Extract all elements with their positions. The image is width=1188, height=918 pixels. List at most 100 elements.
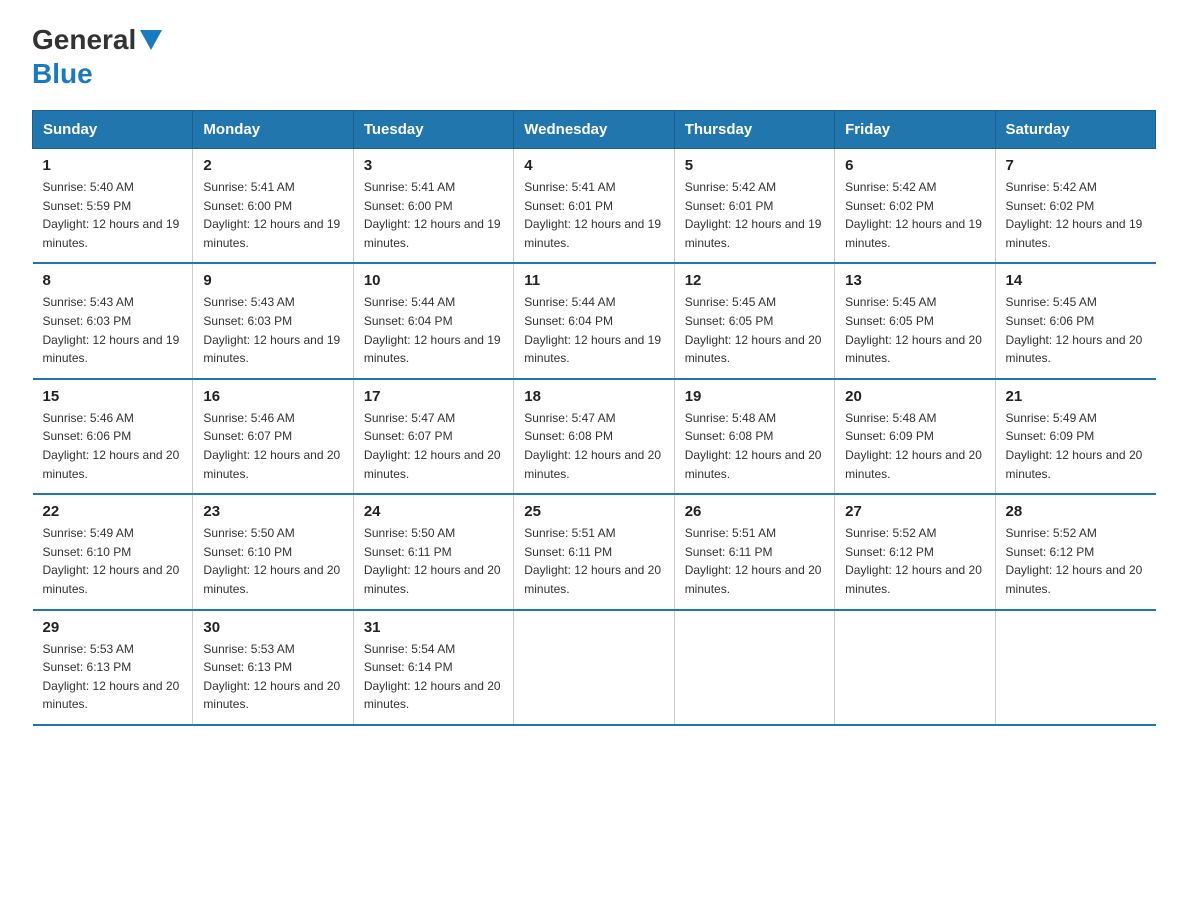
calendar-cell: 24 Sunrise: 5:50 AMSunset: 6:11 PMDaylig… [353,494,513,609]
calendar-cell: 13 Sunrise: 5:45 AMSunset: 6:05 PMDaylig… [835,263,995,378]
calendar-cell: 4 Sunrise: 5:41 AMSunset: 6:01 PMDayligh… [514,149,674,264]
day-info: Sunrise: 5:42 AMSunset: 6:01 PMDaylight:… [685,178,824,252]
day-number: 20 [845,388,984,405]
day-info: Sunrise: 5:45 AMSunset: 6:05 PMDaylight:… [845,293,984,367]
calendar-week-row: 22 Sunrise: 5:49 AMSunset: 6:10 PMDaylig… [33,494,1156,609]
day-info: Sunrise: 5:52 AMSunset: 6:12 PMDaylight:… [845,524,984,598]
day-info: Sunrise: 5:48 AMSunset: 6:08 PMDaylight:… [685,409,824,483]
day-number: 26 [685,503,824,520]
calendar-cell: 8 Sunrise: 5:43 AMSunset: 6:03 PMDayligh… [33,263,193,378]
day-number: 31 [364,619,503,636]
day-number: 22 [43,503,183,520]
day-info: Sunrise: 5:49 AMSunset: 6:10 PMDaylight:… [43,524,183,598]
day-number: 17 [364,388,503,405]
day-number: 18 [524,388,663,405]
calendar-cell: 2 Sunrise: 5:41 AMSunset: 6:00 PMDayligh… [193,149,353,264]
calendar-cell: 26 Sunrise: 5:51 AMSunset: 6:11 PMDaylig… [674,494,834,609]
calendar-cell: 18 Sunrise: 5:47 AMSunset: 6:08 PMDaylig… [514,379,674,494]
calendar-cell: 28 Sunrise: 5:52 AMSunset: 6:12 PMDaylig… [995,494,1155,609]
day-number: 2 [203,157,342,174]
day-info: Sunrise: 5:50 AMSunset: 6:10 PMDaylight:… [203,524,342,598]
calendar-cell: 31 Sunrise: 5:54 AMSunset: 6:14 PMDaylig… [353,610,513,725]
day-info: Sunrise: 5:44 AMSunset: 6:04 PMDaylight:… [364,293,503,367]
calendar-week-row: 29 Sunrise: 5:53 AMSunset: 6:13 PMDaylig… [33,610,1156,725]
day-info: Sunrise: 5:53 AMSunset: 6:13 PMDaylight:… [43,640,183,714]
calendar-header-row: SundayMondayTuesdayWednesdayThursdayFrid… [33,111,1156,149]
calendar-cell: 17 Sunrise: 5:47 AMSunset: 6:07 PMDaylig… [353,379,513,494]
calendar-cell: 5 Sunrise: 5:42 AMSunset: 6:01 PMDayligh… [674,149,834,264]
column-header-thursday: Thursday [674,111,834,149]
day-info: Sunrise: 5:45 AMSunset: 6:05 PMDaylight:… [685,293,824,367]
column-header-monday: Monday [193,111,353,149]
logo-blue-text: Blue [32,58,93,90]
day-info: Sunrise: 5:43 AMSunset: 6:03 PMDaylight:… [203,293,342,367]
logo: General Blue [32,24,162,90]
day-info: Sunrise: 5:50 AMSunset: 6:11 PMDaylight:… [364,524,503,598]
day-info: Sunrise: 5:51 AMSunset: 6:11 PMDaylight:… [685,524,824,598]
day-number: 12 [685,272,824,289]
calendar-cell: 15 Sunrise: 5:46 AMSunset: 6:06 PMDaylig… [33,379,193,494]
day-info: Sunrise: 5:46 AMSunset: 6:07 PMDaylight:… [203,409,342,483]
day-number: 10 [364,272,503,289]
day-info: Sunrise: 5:47 AMSunset: 6:08 PMDaylight:… [524,409,663,483]
day-number: 9 [203,272,342,289]
calendar-cell: 21 Sunrise: 5:49 AMSunset: 6:09 PMDaylig… [995,379,1155,494]
day-number: 21 [1006,388,1146,405]
column-header-friday: Friday [835,111,995,149]
calendar-cell: 10 Sunrise: 5:44 AMSunset: 6:04 PMDaylig… [353,263,513,378]
logo-arrow-icon [140,30,162,55]
calendar-cell: 27 Sunrise: 5:52 AMSunset: 6:12 PMDaylig… [835,494,995,609]
day-number: 4 [524,157,663,174]
calendar-cell: 30 Sunrise: 5:53 AMSunset: 6:13 PMDaylig… [193,610,353,725]
day-number: 7 [1006,157,1146,174]
calendar-cell: 14 Sunrise: 5:45 AMSunset: 6:06 PMDaylig… [995,263,1155,378]
day-number: 28 [1006,503,1146,520]
calendar-cell: 11 Sunrise: 5:44 AMSunset: 6:04 PMDaylig… [514,263,674,378]
day-number: 29 [43,619,183,636]
calendar-cell: 3 Sunrise: 5:41 AMSunset: 6:00 PMDayligh… [353,149,513,264]
calendar-cell: 1 Sunrise: 5:40 AMSunset: 5:59 PMDayligh… [33,149,193,264]
calendar-week-row: 8 Sunrise: 5:43 AMSunset: 6:03 PMDayligh… [33,263,1156,378]
day-info: Sunrise: 5:47 AMSunset: 6:07 PMDaylight:… [364,409,503,483]
day-number: 25 [524,503,663,520]
day-number: 24 [364,503,503,520]
day-info: Sunrise: 5:41 AMSunset: 6:01 PMDaylight:… [524,178,663,252]
day-info: Sunrise: 5:41 AMSunset: 6:00 PMDaylight:… [203,178,342,252]
day-info: Sunrise: 5:40 AMSunset: 5:59 PMDaylight:… [43,178,183,252]
calendar-cell: 22 Sunrise: 5:49 AMSunset: 6:10 PMDaylig… [33,494,193,609]
calendar-cell: 23 Sunrise: 5:50 AMSunset: 6:10 PMDaylig… [193,494,353,609]
day-number: 1 [43,157,183,174]
day-info: Sunrise: 5:44 AMSunset: 6:04 PMDaylight:… [524,293,663,367]
calendar-cell: 6 Sunrise: 5:42 AMSunset: 6:02 PMDayligh… [835,149,995,264]
calendar-cell [835,610,995,725]
calendar-cell: 19 Sunrise: 5:48 AMSunset: 6:08 PMDaylig… [674,379,834,494]
calendar-cell: 7 Sunrise: 5:42 AMSunset: 6:02 PMDayligh… [995,149,1155,264]
logo-general-text: General [32,24,136,56]
day-info: Sunrise: 5:51 AMSunset: 6:11 PMDaylight:… [524,524,663,598]
day-number: 13 [845,272,984,289]
calendar-cell: 12 Sunrise: 5:45 AMSunset: 6:05 PMDaylig… [674,263,834,378]
calendar-week-row: 1 Sunrise: 5:40 AMSunset: 5:59 PMDayligh… [33,149,1156,264]
day-number: 16 [203,388,342,405]
column-header-wednesday: Wednesday [514,111,674,149]
day-info: Sunrise: 5:43 AMSunset: 6:03 PMDaylight:… [43,293,183,367]
calendar-cell: 29 Sunrise: 5:53 AMSunset: 6:13 PMDaylig… [33,610,193,725]
day-number: 27 [845,503,984,520]
calendar-cell [514,610,674,725]
day-number: 23 [203,503,342,520]
calendar-cell: 20 Sunrise: 5:48 AMSunset: 6:09 PMDaylig… [835,379,995,494]
day-info: Sunrise: 5:45 AMSunset: 6:06 PMDaylight:… [1006,293,1146,367]
day-info: Sunrise: 5:42 AMSunset: 6:02 PMDaylight:… [845,178,984,252]
calendar-week-row: 15 Sunrise: 5:46 AMSunset: 6:06 PMDaylig… [33,379,1156,494]
day-info: Sunrise: 5:52 AMSunset: 6:12 PMDaylight:… [1006,524,1146,598]
day-number: 3 [364,157,503,174]
calendar-cell: 25 Sunrise: 5:51 AMSunset: 6:11 PMDaylig… [514,494,674,609]
page-header: General Blue [32,24,1156,90]
day-number: 15 [43,388,183,405]
calendar-cell: 16 Sunrise: 5:46 AMSunset: 6:07 PMDaylig… [193,379,353,494]
column-header-tuesday: Tuesday [353,111,513,149]
calendar-cell: 9 Sunrise: 5:43 AMSunset: 6:03 PMDayligh… [193,263,353,378]
day-info: Sunrise: 5:42 AMSunset: 6:02 PMDaylight:… [1006,178,1146,252]
day-info: Sunrise: 5:46 AMSunset: 6:06 PMDaylight:… [43,409,183,483]
column-header-sunday: Sunday [33,111,193,149]
